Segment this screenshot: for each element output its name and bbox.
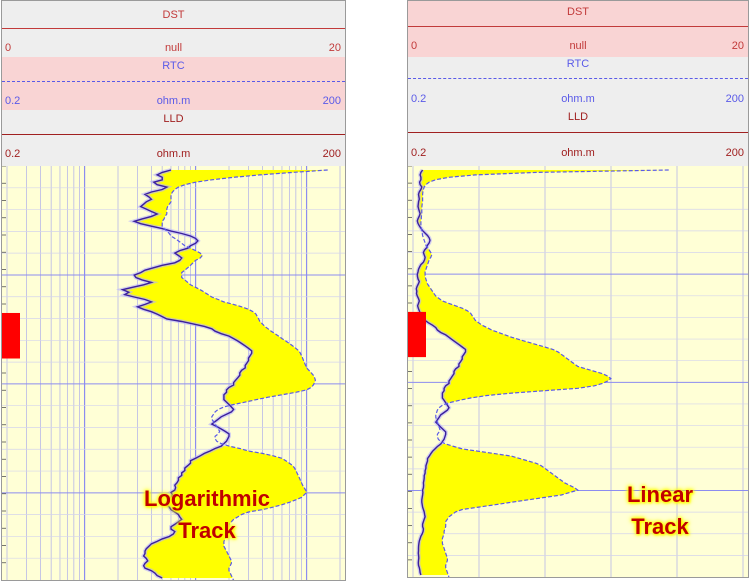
lld-line-sample bbox=[408, 132, 748, 133]
rtc-line-sample bbox=[2, 81, 345, 82]
dst-unit: null bbox=[164, 42, 183, 54]
rtc-max: 200 bbox=[725, 93, 744, 105]
linear-track-caption: Linear Track bbox=[608, 479, 712, 543]
dst-max: 20 bbox=[731, 40, 744, 52]
dst-curve-name: DST bbox=[567, 6, 589, 18]
dst-line-sample bbox=[408, 26, 748, 27]
lld-max: 200 bbox=[725, 147, 744, 159]
caption-line2: Track bbox=[178, 517, 236, 543]
lld-max: 200 bbox=[322, 148, 341, 160]
track-header: DST 0 null 20 RTC 0.2 ohm.m 200 LLD 0.2 … bbox=[408, 1, 748, 166]
separation-fill bbox=[417, 170, 669, 226]
lld-unit: ohm.m bbox=[561, 147, 595, 159]
lld-unit: ohm.m bbox=[156, 148, 191, 160]
caption-line1: Logarithmic bbox=[144, 486, 270, 511]
dst-max: 20 bbox=[328, 42, 341, 54]
dst-line-sample bbox=[2, 28, 345, 29]
separation-fill bbox=[416, 247, 611, 403]
track-header: DST 0 null 20 RTC 0.2 ohm.m 200 LLD 0.2 … bbox=[2, 1, 345, 166]
rtc-max: 200 bbox=[322, 95, 341, 107]
lld-line-sample bbox=[2, 134, 345, 135]
logarithmic-track-panel: DST 0 null 20 RTC 0.2 ohm.m 200 LLD 0.2 … bbox=[1, 0, 346, 581]
caption-line2: Track bbox=[631, 513, 689, 539]
rtc-line-sample bbox=[408, 78, 748, 79]
log-track-caption: Logarithmic Track bbox=[142, 483, 272, 547]
dst-marker bbox=[2, 312, 20, 359]
rtc-curve-name: RTC bbox=[566, 58, 590, 70]
lld-curve-name: LLD bbox=[163, 113, 184, 125]
rtc-curve-name: RTC bbox=[162, 60, 185, 72]
dst-marker bbox=[408, 311, 426, 358]
rtc-unit: ohm.m bbox=[156, 95, 191, 107]
linear-track-panel: DST 0 null 20 RTC 0.2 ohm.m 200 LLD 0.2 … bbox=[407, 0, 749, 578]
dst-curve-name: DST bbox=[162, 9, 185, 21]
rtc-unit: ohm.m bbox=[561, 93, 595, 105]
dst-unit: null bbox=[569, 40, 587, 52]
caption-line1: Linear bbox=[626, 482, 694, 507]
lld-curve-name: LLD bbox=[567, 111, 589, 123]
